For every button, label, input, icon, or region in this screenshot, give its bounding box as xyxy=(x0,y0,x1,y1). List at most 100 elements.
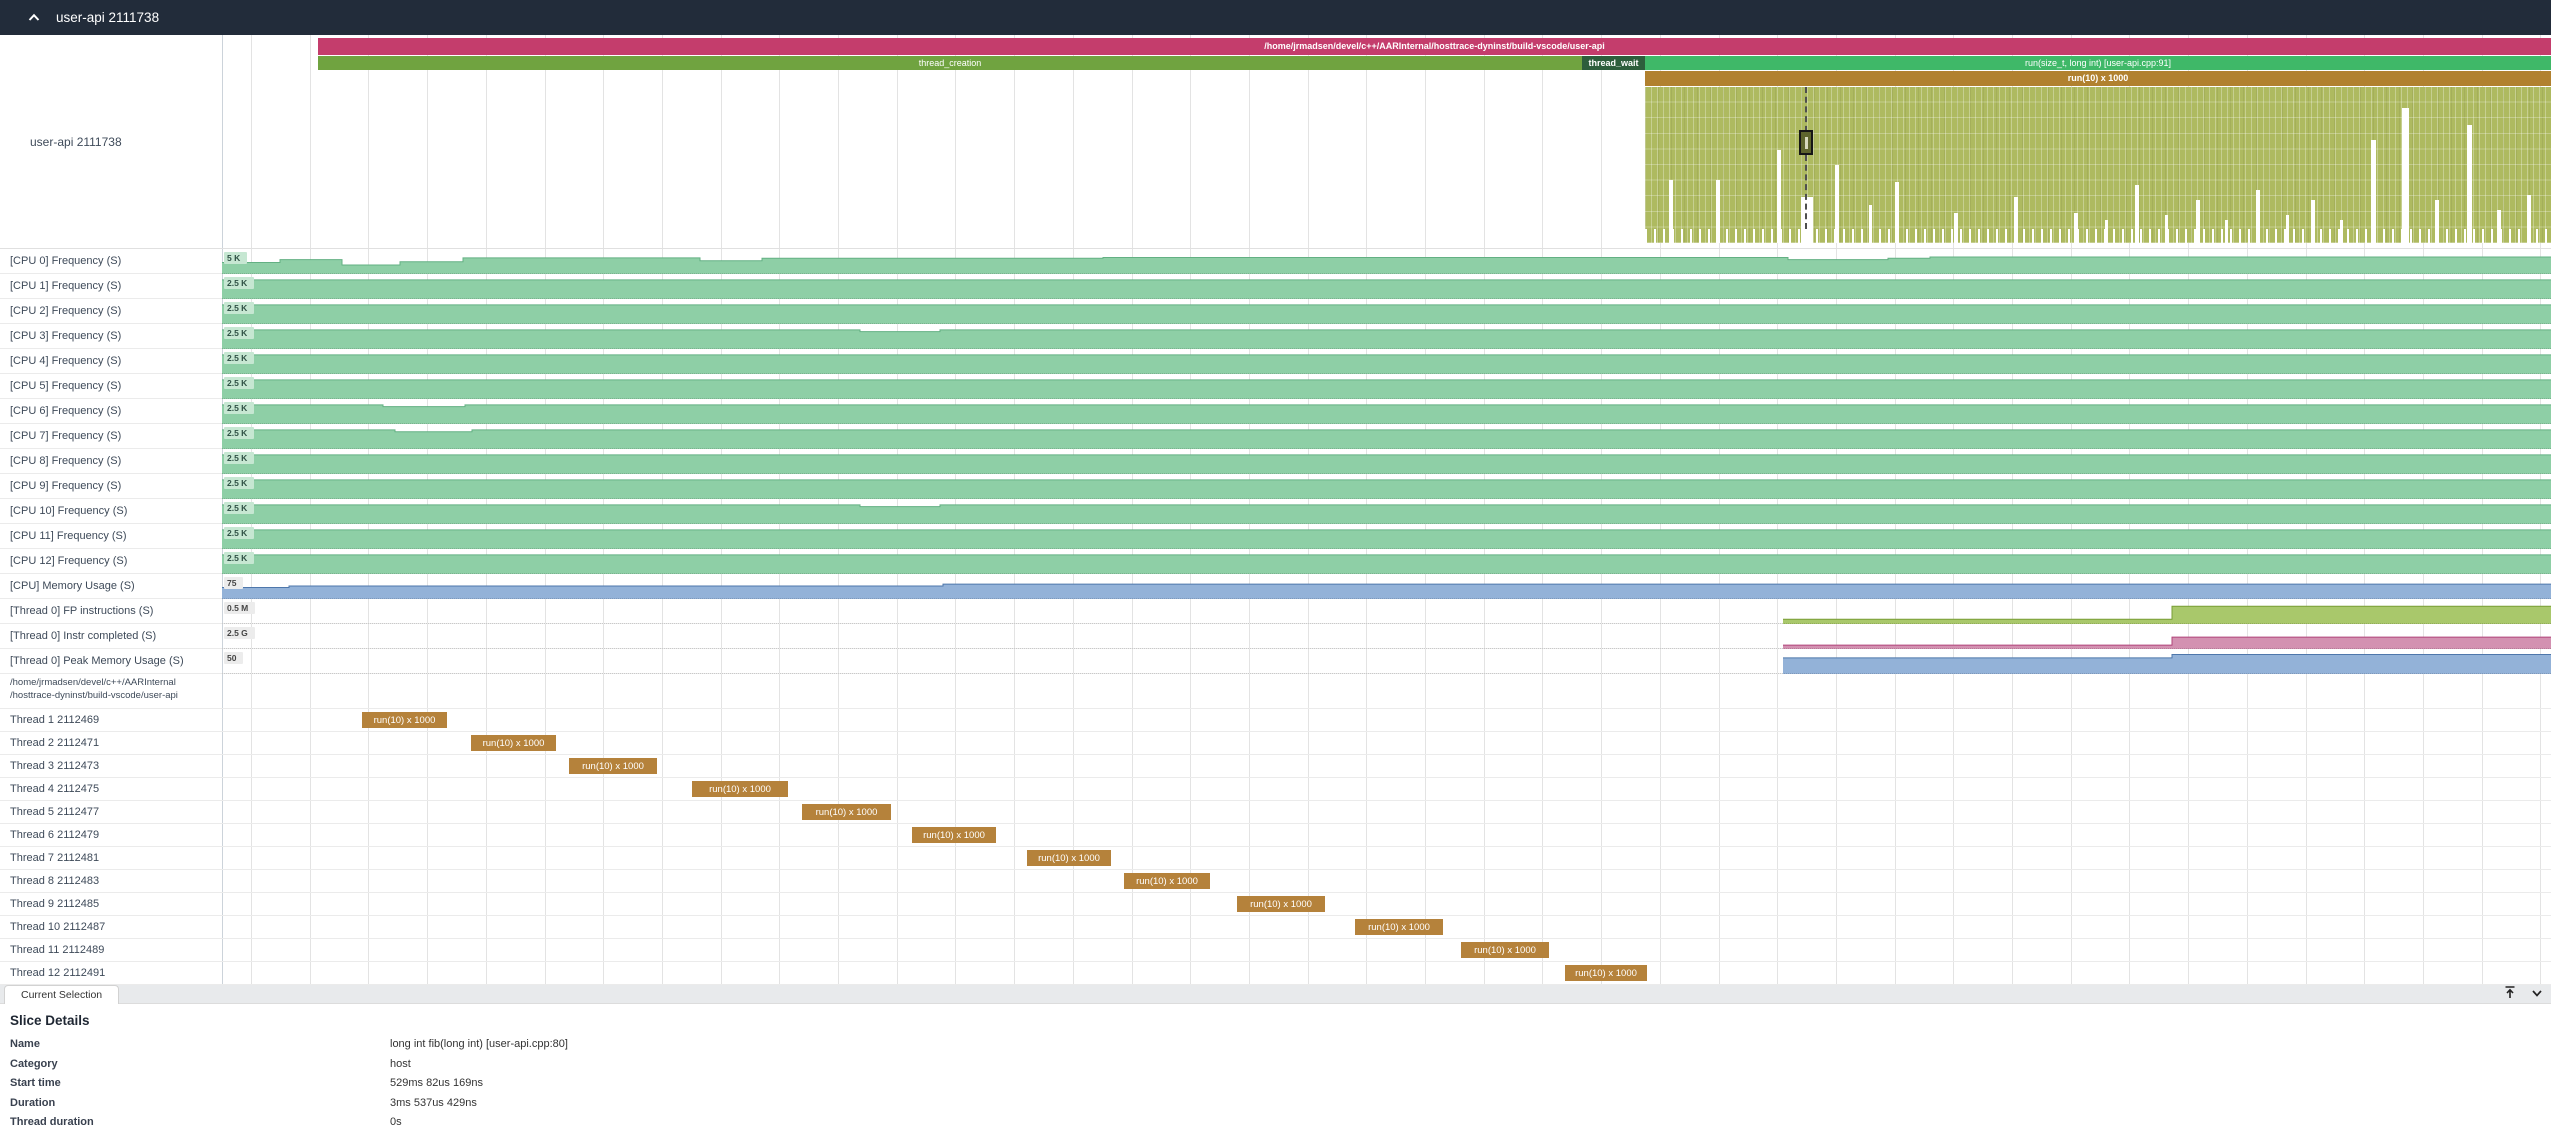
thread-track-label: Thread 12 2112491 xyxy=(10,962,105,984)
thread-slice[interactable]: run(10) x 1000 xyxy=(1124,873,1210,889)
selection-cursor-line xyxy=(1805,87,1807,229)
run-sizet-slice[interactable]: run(size_t, long int) [user-api.cpp:91] xyxy=(1645,56,2551,70)
counter-track-label: [CPU] Memory Usage (S) xyxy=(10,574,135,598)
thread-slice[interactable]: run(10) x 1000 xyxy=(692,781,788,797)
thread-slice[interactable]: run(10) x 1000 xyxy=(802,804,891,820)
thread-slice[interactable]: run(10) x 1000 xyxy=(1461,942,1549,958)
counter-chart[interactable]: 2.5 K xyxy=(222,349,2551,374)
thread-wait-slice[interactable]: thread_wait xyxy=(1582,56,1645,70)
counter-chart[interactable]: 2.5 K xyxy=(222,274,2551,299)
counter-track-label: [CPU 3] Frequency (S) xyxy=(10,324,121,348)
counter-track-label: [Thread 0] FP instructions (S) xyxy=(10,599,153,623)
thread-track-label: Thread 11 2112489 xyxy=(10,939,104,961)
counter-track-label: [CPU 1] Frequency (S) xyxy=(10,274,121,298)
thread-slice[interactable]: run(10) x 1000 xyxy=(1027,850,1111,866)
flame-bottom-strip xyxy=(1645,229,2551,243)
counter-chart[interactable]: 2.5 K xyxy=(222,374,2551,399)
counter-chart[interactable]: 2.5 K xyxy=(222,499,2551,524)
thread-slice[interactable]: run(10) x 1000 xyxy=(1237,896,1325,912)
detail-label: Name xyxy=(10,1038,40,1050)
counter-tracks: [CPU 0] Frequency (S) 5 K [CPU 1] Frequenc… xyxy=(0,249,2551,674)
thread-track-label: Thread 5 2112477 xyxy=(10,801,99,823)
thread-creation-slice[interactable]: thread_creation xyxy=(318,56,1582,70)
counter-value-badge: 0.5 M xyxy=(224,602,255,614)
counter-track-row: [CPU 8] Frequency (S) 2.5 K xyxy=(0,449,2551,474)
counter-chart[interactable]: 2.5 K xyxy=(222,324,2551,349)
selection-tabbar: Current Selection xyxy=(0,985,2551,1004)
counter-track-label: [CPU 4] Frequency (S) xyxy=(10,349,121,373)
counter-chart[interactable]: 2.5 K xyxy=(222,449,2551,474)
counter-value-badge: 2.5 G xyxy=(224,627,255,639)
counter-track-label: [CPU 12] Frequency (S) xyxy=(10,549,127,573)
thread-track-row: Thread 1 2112469run(10) x 1000 xyxy=(0,709,2551,732)
counter-track-row: [Thread 0] Peak Memory Usage (S)50 xyxy=(0,649,2551,674)
process-group-title: user-api 2111738 xyxy=(56,10,159,25)
thread-track-label: Thread 8 2112483 xyxy=(10,870,99,892)
counter-chart[interactable]: 50 xyxy=(222,649,2551,674)
counter-value-badge: 50 xyxy=(224,652,243,664)
counter-value-badge: 2.5 K xyxy=(224,377,254,389)
detail-value: host xyxy=(390,1058,411,1070)
thread-track-row: Thread 4 2112475run(10) x 1000 xyxy=(0,778,2551,801)
counter-chart[interactable]: 2.5 K xyxy=(222,299,2551,324)
counter-value-badge: 2.5 K xyxy=(224,502,254,514)
process-group-header[interactable]: user-api 2111738 xyxy=(0,0,2551,35)
thread-track-row: Thread 12 2112491 run(10) x 1000 xyxy=(0,962,2551,985)
thread-track-label: Thread 9 2112485 xyxy=(10,893,99,915)
counter-chart[interactable]: 2.5 K xyxy=(222,424,2551,449)
detail-value: 529ms 82us 169ns xyxy=(390,1077,483,1089)
counter-value-badge: 75 xyxy=(224,577,243,589)
process-track[interactable]: user-api 2111738 /home/jrmadsen/devel/c+… xyxy=(0,35,2551,249)
counter-track-row: [CPU 7] Frequency (S) 2.5 K xyxy=(0,424,2551,449)
counter-track-label: [CPU 7] Frequency (S) xyxy=(10,424,121,448)
counter-value-badge: 2.5 K xyxy=(224,477,254,489)
flame-gap xyxy=(2467,125,2472,243)
chevron-down-icon[interactable] xyxy=(2531,986,2543,1004)
counter-track-label: [CPU 8] Frequency (S) xyxy=(10,449,121,473)
thread-track-row: Thread 10 2112487 run(10) x 1000 xyxy=(0,916,2551,939)
counter-chart[interactable]: 75 xyxy=(222,574,2551,599)
thread-slice[interactable]: run(10) x 1000 xyxy=(569,758,657,774)
thread-track-row: Thread 9 2112485 run(10) x 1000 xyxy=(0,893,2551,916)
thread-track-label: Thread 10 2112487 xyxy=(10,916,105,938)
counter-track-row: [CPU 3] Frequency (S) 2.5 K xyxy=(0,324,2551,349)
counter-chart[interactable]: 2.5 K xyxy=(222,399,2551,424)
thread-slice[interactable]: run(10) x 1000 xyxy=(1565,965,1647,981)
counter-value-badge: 2.5 K xyxy=(224,277,254,289)
thread-slice[interactable]: run(10) x 1000 xyxy=(912,827,996,843)
tab-current-selection[interactable]: Current Selection xyxy=(4,985,119,1004)
counter-track-row: [CPU 6] Frequency (S)2.5 K xyxy=(0,399,2551,424)
thread-tracks: Thread 1 2112469run(10) x 1000Thread 2 2… xyxy=(0,709,2551,985)
thread-slice[interactable]: run(10) x 1000 xyxy=(1355,919,1443,935)
process-path-track[interactable]: /home/jrmadsen/devel/c++/AARInternal /ho… xyxy=(0,674,2551,709)
counter-track-label: [CPU 0] Frequency (S) xyxy=(10,249,121,273)
selected-slice[interactable] xyxy=(1799,130,1813,155)
detail-value: 0s xyxy=(390,1116,402,1126)
counter-track-row: [CPU 9] Frequency (S)2.5 K xyxy=(0,474,2551,499)
path-slice[interactable]: /home/jrmadsen/devel/c++/AARInternal/hos… xyxy=(318,38,2551,55)
counter-chart[interactable]: 2.5 K xyxy=(222,549,2551,574)
vertical-align-top-icon[interactable] xyxy=(2503,985,2517,1004)
counter-chart[interactable]: 2.5 G xyxy=(222,624,2551,649)
counter-chart[interactable]: 2.5 K xyxy=(222,524,2551,549)
chevron-up-icon[interactable] xyxy=(26,10,42,26)
detail-label: Category xyxy=(10,1058,58,1070)
counter-track-label: [CPU 11] Frequency (S) xyxy=(10,524,127,548)
detail-label: Thread duration xyxy=(10,1116,94,1126)
counter-chart[interactable]: 2.5 K xyxy=(222,474,2551,499)
counter-track-label: [CPU 10] Frequency (S) xyxy=(10,499,127,523)
flame-chart[interactable] xyxy=(1645,87,2551,243)
counter-value-badge: 2.5 K xyxy=(224,327,254,339)
thread-slice[interactable]: run(10) x 1000 xyxy=(471,735,556,751)
counter-chart[interactable]: 0.5 M xyxy=(222,599,2551,624)
counter-chart[interactable]: 5 K xyxy=(222,249,2551,274)
thread-track-row: Thread 7 2112481run(10) x 1000 xyxy=(0,847,2551,870)
run10-slice[interactable]: run(10) x 1000 xyxy=(1645,71,2551,86)
thread-slice[interactable]: run(10) x 1000 xyxy=(362,712,447,728)
counter-value-badge: 2.5 K xyxy=(224,527,254,539)
timeline: user-api 2111738 /home/jrmadsen/devel/c+… xyxy=(0,35,2551,985)
detail-value: 3ms 537us 429ns xyxy=(390,1097,477,1109)
counter-value-badge: 5 K xyxy=(224,252,247,264)
thread-track-row: Thread 5 2112477 run(10) x 1000 xyxy=(0,801,2551,824)
flame-gap xyxy=(2402,108,2409,243)
